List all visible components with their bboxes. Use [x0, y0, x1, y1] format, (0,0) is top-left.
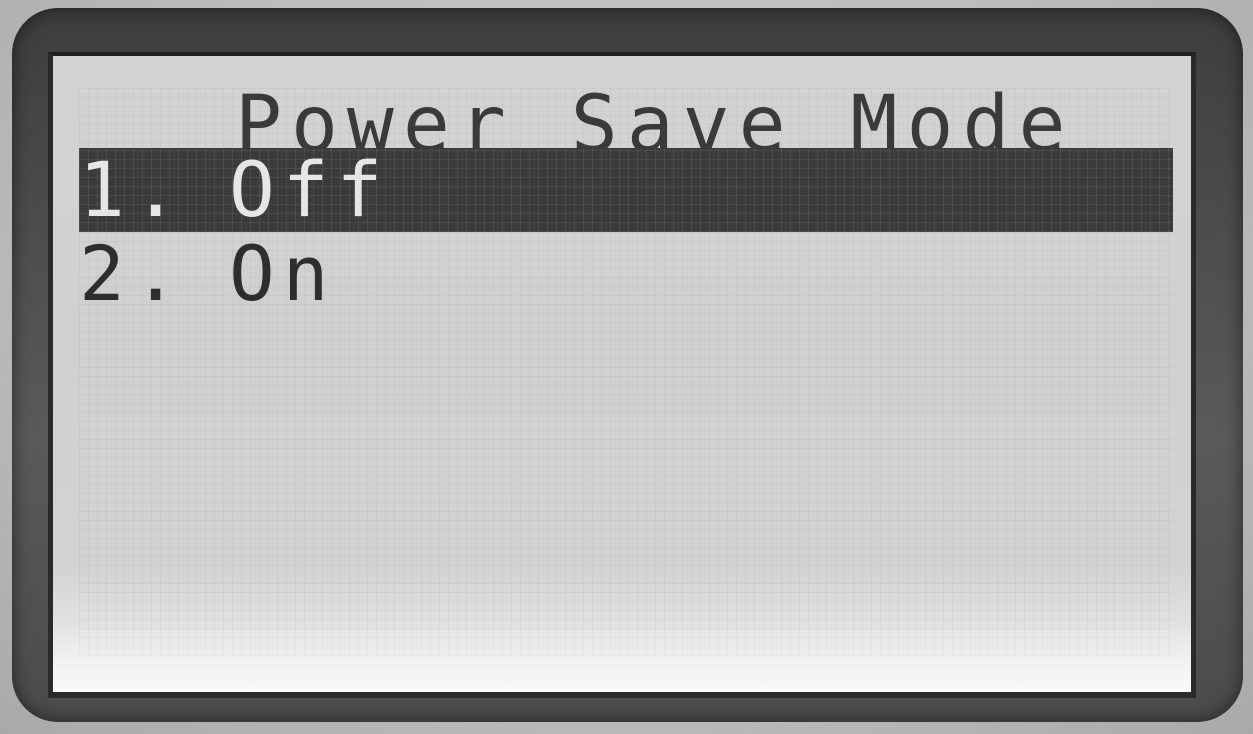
menu-item-off[interactable]: 1. Off	[79, 148, 1173, 232]
menu-item-label: Off	[229, 145, 391, 234]
menu-item-number: 1.	[79, 145, 187, 234]
menu-item-label: On	[229, 229, 337, 318]
power-save-mode-menu: 1. Off 2. On	[79, 148, 1173, 316]
lcd-screen: Power Save Mode 1. Off 2. On	[48, 52, 1196, 698]
menu-item-number: 2.	[79, 229, 187, 318]
menu-item-on[interactable]: 2. On	[79, 232, 1173, 316]
